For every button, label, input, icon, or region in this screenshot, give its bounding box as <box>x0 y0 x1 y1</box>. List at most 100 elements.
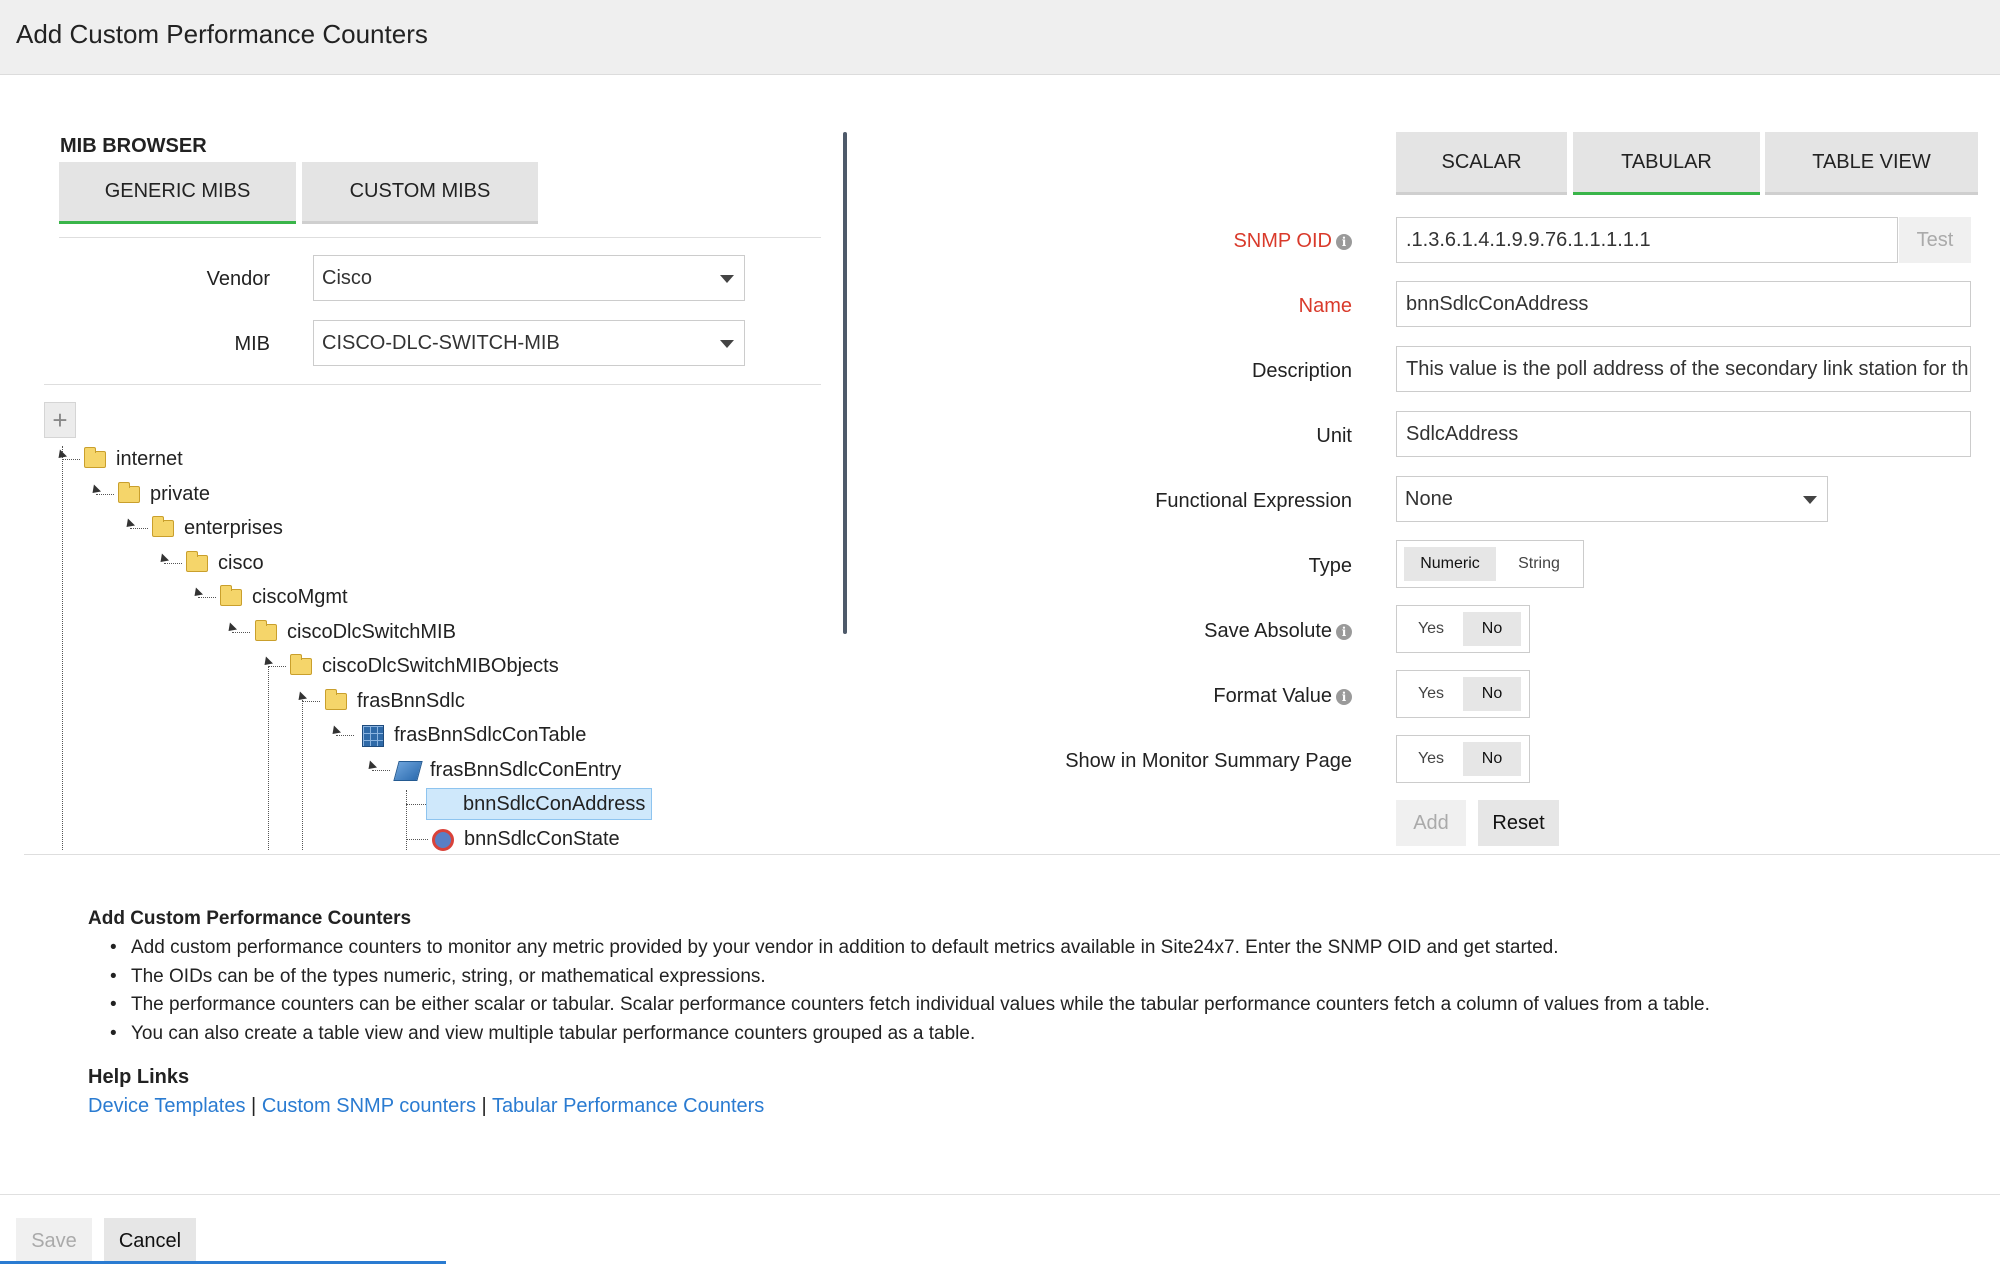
tree-node-label: ciscoDlcSwitchMIBObjects <box>322 655 559 677</box>
tree-connector <box>406 790 407 850</box>
tree-node-frasbnnsdlcconentry[interactable]: frasBnnSdlcConEntry <box>393 755 621 785</box>
type-toggle: Numeric String <box>1396 540 1584 588</box>
tab-custom-mibs[interactable]: CUSTOM MIBS <box>302 162 538 224</box>
name-input[interactable]: bnnSdlcConAddress <box>1396 281 1971 327</box>
tree-connector <box>406 839 428 840</box>
link-custom-snmp-counters[interactable]: Custom SNMP counters <box>262 1095 476 1117</box>
chevron-down-icon <box>1803 496 1817 504</box>
mib-label: MIB <box>234 333 270 355</box>
snmp-oid-label: SNMP OID i <box>1060 230 1352 253</box>
tree-node-ciscodlcswitchmibobjects[interactable]: ciscoDlcSwitchMIBObjects <box>290 651 559 681</box>
vendor-label: Vendor <box>206 268 270 290</box>
tab-generic-mibs[interactable]: GENERIC MIBS <box>59 162 296 224</box>
tree-node-bnnsdlcconstate[interactable]: bnnSdlcConState <box>432 824 620 854</box>
panel-scrollbar[interactable] <box>843 132 847 634</box>
cancel-button[interactable]: Cancel <box>104 1218 196 1264</box>
add-button[interactable]: Add <box>1396 800 1466 846</box>
tree-node-label: frasBnnSdlcConTable <box>394 724 587 746</box>
tree-node-frasbnnsdlccontable[interactable]: frasBnnSdlcConTable <box>362 720 586 750</box>
help-bullet: The performance counters can be either s… <box>88 991 1710 1020</box>
save-absolute-label-text: Save Absolute <box>1204 620 1332 642</box>
tab-table-view[interactable]: TABLE VIEW <box>1765 132 1978 195</box>
show-summary-yes[interactable]: Yes <box>1404 742 1458 776</box>
format-value-no[interactable]: No <box>1463 677 1521 711</box>
tree-connector <box>164 563 182 564</box>
tree-connector <box>406 804 428 805</box>
save-absolute-no[interactable]: No <box>1463 612 1521 646</box>
folder-icon <box>152 516 174 538</box>
functional-expression-value: None <box>1405 488 1453 510</box>
tree-node-label: ciscoDlcSwitchMIB <box>287 621 456 643</box>
tree-node-ciscodlcswitchmib[interactable]: ciscoDlcSwitchMIB <box>255 617 456 647</box>
format-value-yes[interactable]: Yes <box>1404 677 1458 711</box>
tree-node-label: cisco <box>218 552 264 574</box>
tab-tabular[interactable]: TABULAR <box>1573 132 1760 195</box>
description-input[interactable]: This value is the poll address of the se… <box>1396 346 1971 392</box>
test-button[interactable]: Test <box>1899 217 1971 263</box>
format-value-toggle: Yes No <box>1396 670 1530 718</box>
snmp-oid-label-text: SNMP OID <box>1233 230 1332 252</box>
link-device-templates[interactable]: Device Templates <box>88 1095 245 1117</box>
tree-connector <box>198 597 216 598</box>
tree-node-cisco[interactable]: cisco <box>186 548 264 578</box>
unit-input[interactable]: SdlcAddress <box>1396 411 1971 457</box>
save-absolute-toggle: Yes No <box>1396 605 1530 653</box>
show-summary-no[interactable]: No <box>1463 742 1521 776</box>
tree-node-ciscomgmt[interactable]: ciscoMgmt <box>220 582 348 612</box>
divider <box>59 237 821 238</box>
functional-expression-label: Functional Expression <box>1155 490 1352 512</box>
info-icon[interactable]: i <box>1336 623 1352 640</box>
tab-scalar[interactable]: SCALAR <box>1396 132 1567 195</box>
description-label: Description <box>1251 360 1352 382</box>
tree-connector <box>268 666 286 667</box>
folder-icon <box>255 620 277 642</box>
link-separator: | <box>481 1095 487 1117</box>
tree-node-label: internet <box>116 448 183 470</box>
snmp-oid-input[interactable]: .1.3.6.1.4.1.9.9.76.1.1.1.1.1 <box>1396 217 1898 263</box>
tree-node-label: bnnSdlcConState <box>464 828 620 850</box>
status-icon <box>432 828 454 851</box>
save-button[interactable]: Save <box>16 1218 92 1264</box>
tree-connector <box>302 700 303 850</box>
footer-divider <box>0 1194 2000 1195</box>
divider <box>44 384 821 385</box>
help-bullet-list: Add custom performance counters to monit… <box>88 934 1710 1049</box>
functional-expression-select[interactable]: None <box>1396 476 1828 522</box>
save-absolute-yes[interactable]: Yes <box>1404 612 1458 646</box>
help-bullet: You can also create a table view and vie… <box>88 1020 1710 1049</box>
mib-browser-title: MIB BROWSER <box>60 135 207 157</box>
tree-node-internet[interactable]: internet <box>84 444 183 474</box>
type-string-option[interactable]: String <box>1500 547 1578 581</box>
help-title: Add Custom Performance Counters <box>88 908 412 929</box>
tree-node-frasbnnsdlc[interactable]: frasBnnSdlc <box>325 686 465 716</box>
type-numeric-option[interactable]: Numeric <box>1404 547 1496 581</box>
info-icon[interactable]: i <box>1336 688 1352 705</box>
show-summary-label: Show in Monitor Summary Page <box>1065 750 1352 772</box>
chevron-down-icon <box>720 275 734 283</box>
help-links-title: Help Links <box>88 1066 190 1088</box>
tree-node-bnnsdlcconaddress[interactable]: bnnSdlcConAddress <box>426 788 653 820</box>
table-icon <box>362 724 384 747</box>
tree-node-private[interactable]: private <box>118 479 210 509</box>
tree-node-enterprises[interactable]: enterprises <box>152 513 283 543</box>
tree-node-label: frasBnnSdlc <box>357 690 465 712</box>
type-label: Type <box>1308 555 1352 577</box>
folder-icon <box>84 447 106 469</box>
format-value-label: Format Value i <box>1060 685 1352 708</box>
vendor-select[interactable]: Cisco <box>313 255 745 301</box>
mib-select[interactable]: CISCO-DLC-SWITCH-MIB <box>313 320 745 366</box>
tree-connector <box>96 494 114 495</box>
expand-all-button[interactable]: + <box>44 402 76 438</box>
format-value-label-text: Format Value <box>1213 685 1332 707</box>
info-icon[interactable]: i <box>1336 233 1352 250</box>
folder-icon <box>290 654 312 676</box>
link-tabular-performance-counters[interactable]: Tabular Performance Counters <box>492 1095 764 1117</box>
tree-node-label: private <box>150 483 211 505</box>
dialog-header: Add Custom Performance Counters <box>0 0 2000 75</box>
mib-value: CISCO-DLC-SWITCH-MIB <box>322 332 560 354</box>
help-bullet: The OIDs can be of the types numeric, st… <box>88 963 1710 992</box>
folder-icon <box>220 585 242 607</box>
folder-icon <box>186 551 208 573</box>
reset-button[interactable]: Reset <box>1478 800 1559 846</box>
tree-node-label: ciscoMgmt <box>252 586 348 608</box>
